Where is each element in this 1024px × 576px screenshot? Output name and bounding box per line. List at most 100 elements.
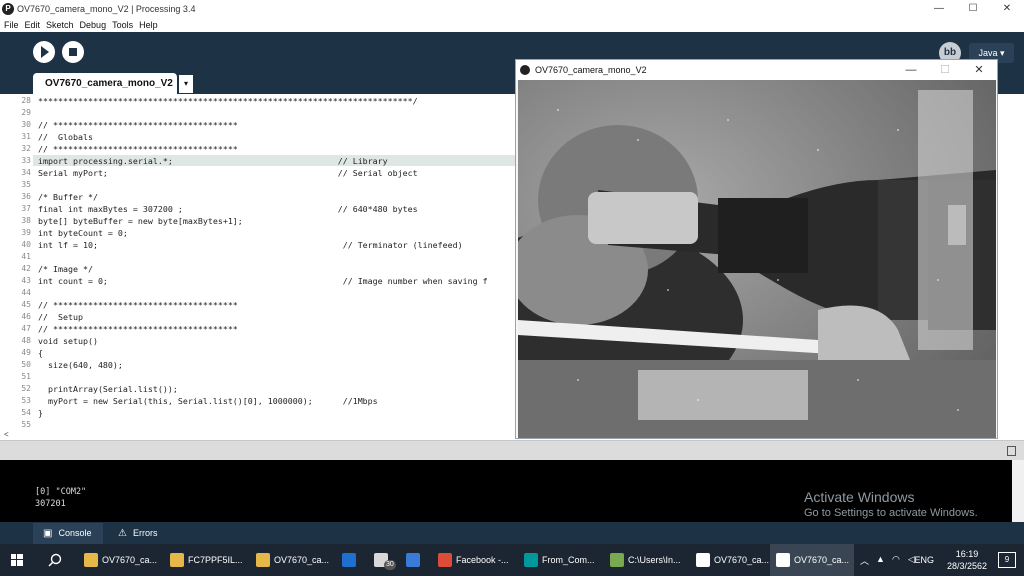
- taskbar-item[interactable]: OV7670_ca...: [770, 544, 854, 576]
- taskbar-item[interactable]: [400, 544, 430, 576]
- code-line[interactable]: void setup(): [38, 336, 98, 346]
- wifi-icon[interactable]: ◠: [892, 554, 900, 565]
- line-number: 55: [21, 420, 31, 429]
- taskbar-item[interactable]: From_Com...: [518, 544, 602, 576]
- code-line[interactable]: int count = 0; // Image number when savi…: [38, 276, 488, 286]
- console-line: 307201: [35, 499, 66, 509]
- start-button[interactable]: [0, 544, 34, 576]
- taskbar-item[interactable]: C:\Users\In...: [604, 544, 688, 576]
- code-line[interactable]: ****************************************…: [38, 96, 418, 106]
- code-line[interactable]: size(640, 480);: [38, 360, 123, 370]
- code-line[interactable]: import processing.serial.*; // Library: [38, 156, 388, 166]
- line-number: 51: [21, 372, 31, 381]
- code-line[interactable]: // *************************************: [38, 120, 238, 130]
- line-number: 47: [21, 324, 31, 333]
- windows-logo-icon: [11, 554, 23, 566]
- line-number: 41: [21, 252, 31, 261]
- menu-sketch[interactable]: Sketch: [46, 20, 74, 30]
- app-icon: [524, 553, 538, 567]
- sketch-minimize-icon[interactable]: —: [896, 60, 926, 80]
- taskbar-item-label: OV7670_ca...: [794, 555, 850, 565]
- line-number: 54: [21, 408, 31, 417]
- network-icon[interactable]: ▲: [876, 554, 885, 564]
- console-splitter[interactable]: [0, 440, 1024, 460]
- line-number: 39: [21, 228, 31, 237]
- code-line[interactable]: // Globals: [38, 132, 93, 142]
- window-controls: — ☐ ✕: [922, 0, 1024, 17]
- mail-badge: 30: [384, 560, 396, 570]
- console-scrollbar[interactable]: [1012, 460, 1024, 522]
- notification-center-icon[interactable]: 9: [998, 552, 1016, 568]
- code-line[interactable]: final int maxBytes = 307200 ; // 640*480…: [38, 204, 418, 214]
- code-line[interactable]: // *************************************: [38, 144, 238, 154]
- menu-help[interactable]: Help: [139, 20, 158, 30]
- line-number: 49: [21, 348, 31, 357]
- line-number: 36: [21, 192, 31, 201]
- sketch-window[interactable]: OV7670_camera_mono_V2 — ☐ ✕: [515, 59, 998, 439]
- scroll-left-icon[interactable]: <: [4, 430, 9, 439]
- restore-icon[interactable]: ☐: [956, 0, 990, 17]
- tab-errors[interactable]: ⚠ Errors: [108, 523, 178, 544]
- sketch-close-icon[interactable]: ✕: [964, 60, 994, 80]
- processing-ide-screen: P OV7670_camera_mono_V2 | Processing 3.4…: [0, 0, 1024, 576]
- taskbar-item[interactable]: FC7PPF5IL...: [164, 544, 248, 576]
- tab-console-label: Console: [58, 528, 92, 538]
- app-icon: [610, 553, 624, 567]
- processing-play-icon: [520, 65, 530, 75]
- code-line[interactable]: /* Buffer */: [38, 192, 98, 202]
- code-line[interactable]: Serial myPort; // Serial object: [38, 168, 418, 178]
- code-line[interactable]: }: [38, 408, 43, 418]
- tab-sketch[interactable]: OV7670_camera_mono_V2: [33, 73, 177, 94]
- taskbar-item[interactable]: OV7670_ca...: [690, 544, 769, 576]
- line-number: 45: [21, 300, 31, 309]
- line-number: 30: [21, 120, 31, 129]
- menu-tools[interactable]: Tools: [112, 20, 133, 30]
- taskbar-item[interactable]: OV7670_ca...: [78, 544, 162, 576]
- run-button[interactable]: [33, 41, 55, 63]
- sketch-maximize-icon[interactable]: ☐: [930, 60, 960, 80]
- code-line[interactable]: // *************************************: [38, 300, 238, 310]
- tab-console[interactable]: ▣ Console: [33, 523, 103, 544]
- menu-edit[interactable]: Edit: [25, 20, 41, 30]
- tab-menu-icon[interactable]: ▾: [179, 75, 193, 93]
- activate-windows-title: Activate Windows: [804, 489, 915, 505]
- code-line[interactable]: // Setup: [38, 312, 83, 322]
- menu-bar: File Edit Sketch Debug Tools Help: [0, 17, 1024, 32]
- line-number: 32: [21, 144, 31, 153]
- windows-taskbar: OV7670_ca... FC7PPF5IL... OV7670_ca... 30 Fa…: [0, 544, 1024, 576]
- close-icon[interactable]: ✕: [990, 0, 1024, 17]
- code-line[interactable]: /* Image */: [38, 264, 93, 274]
- menu-file[interactable]: File: [4, 20, 19, 30]
- taskbar-item[interactable]: 30: [368, 544, 398, 576]
- system-tray: ︿ ▲ ◠ ◁ ENG 16:19 28/3/2562 9: [854, 544, 1024, 576]
- console-line: [0] "COM2": [35, 487, 87, 497]
- copy-console-icon[interactable]: [1007, 446, 1016, 456]
- code-line[interactable]: {: [38, 348, 43, 358]
- taskbar-item-label: OV7670_ca...: [274, 555, 330, 565]
- code-line[interactable]: // *************************************: [38, 324, 238, 334]
- language-indicator[interactable]: ENG: [914, 544, 934, 576]
- taskbar-item[interactable]: Facebook -...: [432, 544, 516, 576]
- sketch-title: OV7670_camera_mono_V2: [535, 65, 647, 75]
- search-button[interactable]: [38, 544, 70, 576]
- chevron-up-icon[interactable]: ︿: [860, 554, 869, 567]
- code-line[interactable]: printArray(Serial.list());: [38, 384, 178, 394]
- app-icon: [84, 553, 98, 567]
- clock[interactable]: 16:19 28/3/2562: [944, 548, 990, 572]
- app-icon: [696, 553, 710, 567]
- code-line[interactable]: int byteCount = 0;: [38, 228, 128, 238]
- minimize-icon[interactable]: —: [922, 0, 956, 17]
- taskbar-item[interactable]: [336, 544, 366, 576]
- processing-logo-icon: P: [2, 2, 14, 15]
- menu-debug[interactable]: Debug: [80, 20, 107, 30]
- code-line[interactable]: myPort = new Serial(this, Serial.list()[…: [38, 396, 378, 406]
- line-number: 31: [21, 132, 31, 141]
- code-line[interactable]: int lf = 10; // Terminator (linefeed): [38, 240, 463, 250]
- taskbar-item[interactable]: OV7670_ca...: [250, 544, 334, 576]
- stop-button[interactable]: [62, 41, 84, 63]
- line-number: 44: [21, 288, 31, 297]
- line-number: 46: [21, 312, 31, 321]
- line-number: 53: [21, 396, 31, 405]
- app-icon: [170, 553, 184, 567]
- code-line[interactable]: byte[] byteBuffer = new byte[maxBytes+1]…: [38, 216, 243, 226]
